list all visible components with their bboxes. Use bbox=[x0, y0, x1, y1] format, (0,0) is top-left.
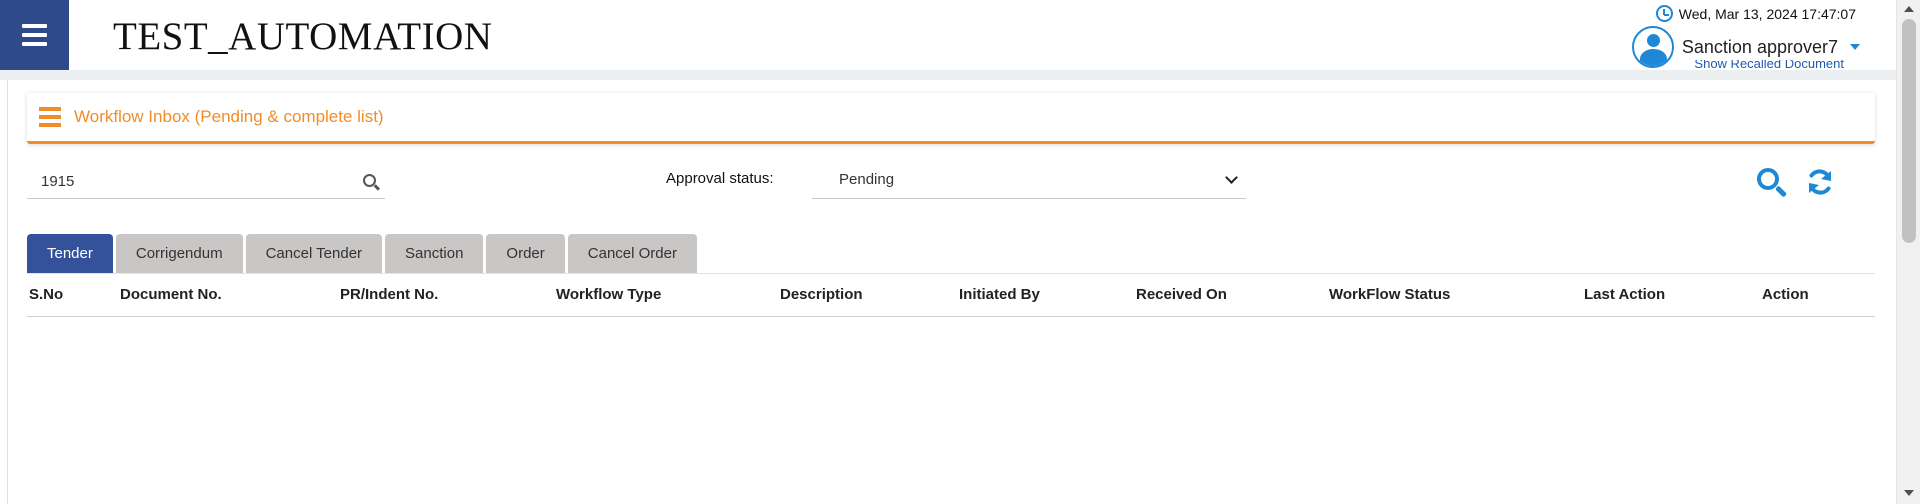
approval-status-label: Approval status: bbox=[666, 170, 774, 187]
column-header-initiated-by[interactable]: Initiated By bbox=[959, 286, 1040, 303]
tab-sanction[interactable]: Sanction bbox=[385, 234, 484, 274]
column-header-document-no[interactable]: Document No. bbox=[120, 286, 222, 303]
refresh-icon bbox=[1809, 169, 1831, 195]
scrollbar-thumb[interactable] bbox=[1902, 19, 1916, 243]
document-type-tabs: Tender Corrigendum Cancel Tender Sanctio… bbox=[27, 234, 697, 274]
hamburger-icon-bar bbox=[22, 42, 47, 46]
hamburger-icon-bar bbox=[22, 33, 47, 37]
search-button[interactable] bbox=[1756, 167, 1788, 199]
column-header-received-on[interactable]: Received On bbox=[1136, 286, 1227, 303]
datetime-display: Wed, Mar 13, 2024 17:47:07 bbox=[1655, 5, 1856, 22]
column-header-sno[interactable]: S.No bbox=[29, 286, 63, 303]
column-header-description[interactable]: Description bbox=[780, 286, 863, 303]
column-header-action[interactable]: Action bbox=[1762, 286, 1809, 303]
hamburger-icon bbox=[22, 24, 47, 28]
tab-cancel-order[interactable]: Cancel Order bbox=[567, 234, 697, 274]
caret-down-icon[interactable] bbox=[1850, 44, 1860, 50]
column-header-last-action[interactable]: Last Action bbox=[1584, 286, 1665, 303]
vertical-scrollbar[interactable] bbox=[1896, 0, 1920, 504]
app-title: TEST_AUTOMATION bbox=[113, 15, 493, 58]
list-icon bbox=[39, 107, 61, 127]
datetime-text: Wed, Mar 13, 2024 17:47:07 bbox=[1678, 5, 1856, 22]
workflow-inbox-panel: Workflow Inbox (Pending & complete list)… bbox=[7, 80, 1890, 504]
table-header: S.No Document No. PR/Indent No. Workflow… bbox=[27, 274, 1875, 317]
panel-title: Workflow Inbox (Pending & complete list) bbox=[74, 107, 384, 126]
scroll-down-arrow-icon[interactable] bbox=[1904, 490, 1914, 496]
avatar-icon bbox=[1631, 26, 1674, 68]
scroll-up-arrow-icon[interactable] bbox=[1904, 6, 1914, 12]
hamburger-menu-button[interactable] bbox=[0, 0, 69, 70]
approval-status-value: Pending bbox=[839, 171, 895, 188]
top-header: TEST_AUTOMATION Wed, Mar 13, 2024 17:47:… bbox=[0, 0, 1896, 70]
search-icon[interactable] bbox=[363, 174, 381, 191]
column-header-workflow-status[interactable]: WorkFlow Status bbox=[1329, 286, 1450, 303]
column-header-workflow-type[interactable]: Workflow Type bbox=[556, 286, 661, 303]
document-search-field bbox=[27, 165, 385, 199]
user-name: Sanction approver7 bbox=[1681, 36, 1838, 57]
tab-cancel-tender[interactable]: Cancel Tender bbox=[245, 234, 383, 274]
tab-tender[interactable]: Tender bbox=[27, 234, 113, 274]
refresh-button[interactable] bbox=[1804, 166, 1836, 198]
panel-header: Workflow Inbox (Pending & complete list) bbox=[27, 93, 1875, 144]
clock-icon bbox=[1655, 5, 1673, 22]
header-divider-band bbox=[0, 70, 1896, 80]
chevron-down-icon bbox=[1225, 171, 1238, 184]
tab-corrigendum[interactable]: Corrigendum bbox=[115, 234, 243, 274]
approval-status-select[interactable]: Pending bbox=[812, 163, 1246, 199]
column-header-pr-indent-no[interactable]: PR/Indent No. bbox=[340, 286, 438, 303]
document-search-input[interactable] bbox=[27, 165, 347, 197]
tab-order[interactable]: Order bbox=[486, 234, 565, 274]
